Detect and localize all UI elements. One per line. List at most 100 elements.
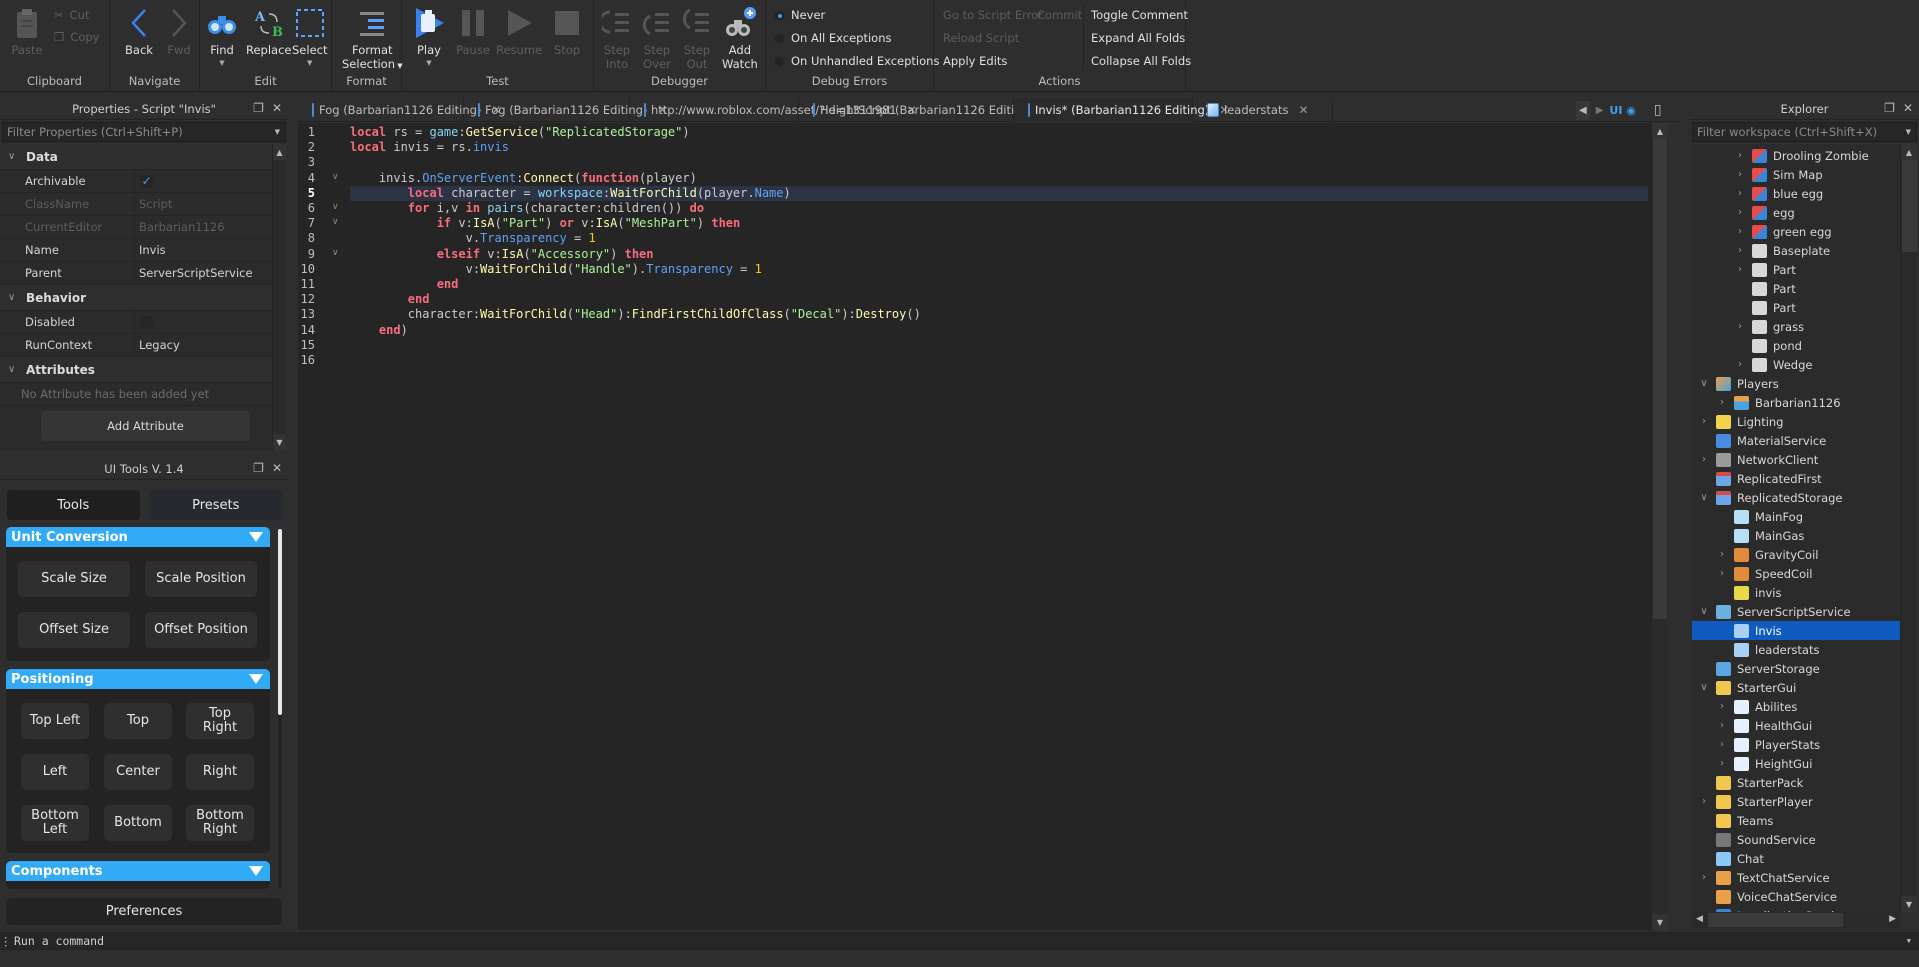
chevron-right-icon[interactable]: ›	[1716, 758, 1728, 769]
chevron-right-icon[interactable]: ›	[1734, 169, 1746, 180]
explorer-item[interactable]: › TextChatService	[1692, 868, 1900, 887]
fold-chevron-icon[interactable]: ∨	[332, 202, 339, 212]
explorer-item[interactable]: ReplicatedFirst	[1692, 469, 1900, 488]
explorer-item[interactable]: › Part	[1692, 260, 1900, 279]
fold-chevron-icon[interactable]: ∨	[332, 248, 339, 258]
editor-tab[interactable]: Invis* (Barbarian1126 Editing) ✕	[1014, 98, 1229, 122]
chevron-down-icon[interactable]: ∨	[1698, 378, 1710, 389]
code-line[interactable]: elseif v:IsA("Accessory") then	[350, 247, 1648, 262]
chevron-right-icon[interactable]: ›	[1716, 701, 1728, 712]
offset-size-button[interactable]: Offset Size	[18, 612, 130, 648]
fold-chevron-icon[interactable]: ∨	[332, 172, 339, 182]
chevron-right-icon[interactable]: ›	[1698, 416, 1710, 427]
left-button[interactable]: Left	[21, 754, 89, 790]
filter-workspace-input[interactable]: Filter workspace (Ctrl+Shift+X) ▼	[1692, 122, 1917, 142]
explorer-item[interactable]: › egg	[1692, 203, 1900, 222]
filter-properties-input[interactable]: Filter Properties (Ctrl+Shift+P) ▼	[2, 122, 286, 142]
editor-tab[interactable]: Fog (Barbarian1126 Editing) ✕	[298, 98, 501, 122]
code-line[interactable]: local character = workspace:WaitForChild…	[350, 185, 1648, 201]
explorer-item[interactable]: › Sim Map	[1692, 165, 1900, 184]
command-bar[interactable]: ⋮ Run a command ▼	[0, 932, 1919, 950]
bottom-right-button[interactable]: Bottom Right	[186, 805, 254, 841]
explorer-item[interactable]: › NetworkClient	[1692, 450, 1900, 469]
chevron-right-icon[interactable]: ›	[1734, 207, 1746, 218]
editor-tab[interactable]: leaderstats ✕	[1193, 98, 1333, 122]
collapse-triangle-icon[interactable]	[249, 866, 263, 876]
scroll-down-icon[interactable]: ▼	[1652, 914, 1668, 930]
section-data[interactable]: ∨ Data	[0, 144, 272, 170]
stop-button[interactable]: Stop	[550, 6, 584, 57]
chevron-down-icon[interactable]: ▼	[1906, 128, 1911, 136]
positioning-header[interactable]: Positioning	[6, 669, 270, 689]
undock-icon[interactable]: ❐	[253, 461, 264, 475]
explorer-item[interactable]: › Baseplate	[1692, 241, 1900, 260]
explorer-item[interactable]: › SpeedCoil	[1692, 564, 1900, 583]
explorer-item[interactable]: › grass	[1692, 317, 1900, 336]
chevron-right-icon[interactable]: ›	[1734, 188, 1746, 199]
scroll-left-icon[interactable]: ◀	[1696, 914, 1703, 924]
chevron-right-icon[interactable]: ›	[1734, 321, 1746, 332]
step-out-button[interactable]: Step Out	[680, 6, 714, 71]
name-value-field[interactable]: Invis	[135, 239, 272, 261]
chevron-right-icon[interactable]: ›	[1698, 454, 1710, 465]
top-right-button[interactable]: Top Right	[186, 703, 254, 739]
top-left-button[interactable]: Top Left	[21, 703, 89, 739]
preferences-button[interactable]: Preferences	[6, 898, 282, 925]
undock-icon[interactable]: ❐	[1884, 101, 1895, 115]
chevron-right-icon[interactable]: ›	[1734, 359, 1746, 370]
cut-button[interactable]: ✂ Cut	[54, 8, 89, 22]
chevron-right-icon[interactable]: ›	[1734, 245, 1746, 256]
explorer-item[interactable]: › green egg	[1692, 222, 1900, 241]
explorer-item[interactable]: › blue egg	[1692, 184, 1900, 203]
chevron-right-icon[interactable]: ›	[1716, 720, 1728, 731]
scroll-up-icon[interactable]: ▲	[1901, 144, 1917, 160]
explorer-item[interactable]: ∨ ServerScriptService	[1692, 602, 1900, 621]
bottom-button[interactable]: Bottom	[104, 805, 172, 841]
explorer-item[interactable]: › HeightGui	[1692, 754, 1900, 773]
tab-scroll-left-icon[interactable]: ◀	[1576, 100, 1590, 120]
scroll-up-icon[interactable]: ▲	[273, 144, 286, 160]
ui-tools-scroll-thumb[interactable]	[278, 529, 282, 715]
explorer-item[interactable]: Chat	[1692, 849, 1900, 868]
explorer-item[interactable]: ∨ ReplicatedStorage	[1692, 488, 1900, 507]
explorer-item[interactable]: Invis	[1692, 621, 1900, 640]
bottom-left-button[interactable]: Bottom Left	[21, 805, 89, 841]
prop-row-name[interactable]: Name Invis	[0, 239, 272, 262]
explorer-item[interactable]: › Drooling Zombie	[1692, 146, 1900, 165]
commit-button[interactable]: Commit	[1037, 8, 1082, 22]
code-line[interactable]	[350, 353, 1648, 368]
explorer-item[interactable]: › Abilites	[1692, 697, 1900, 716]
scroll-down-icon[interactable]: ▼	[1901, 896, 1917, 912]
prop-row-parent[interactable]: Parent ServerScriptService	[0, 262, 272, 285]
code-line[interactable]: v:WaitForChild("Handle").Transparency = …	[350, 262, 1648, 277]
code-line[interactable]	[350, 155, 1648, 170]
code-line[interactable]: end	[350, 277, 1648, 292]
apply-edits-button[interactable]: Apply Edits	[943, 54, 1007, 68]
scale-position-button[interactable]: Scale Position	[145, 561, 257, 597]
properties-scrollbar[interactable]: ▲ ▼	[272, 144, 286, 450]
explorer-item[interactable]: MainFog	[1692, 507, 1900, 526]
script-editor[interactable]: 1 2 3 4 ∨ 5 6 ∨ 7 ∨ 8 9 ∨ 10 11 12 13 14 15 16 local rs = g…	[298, 123, 1668, 930]
ui-visibility-toggle[interactable]: UI ◉	[1609, 104, 1635, 117]
collapse-all-folds-button[interactable]: Collapse All Folds	[1091, 54, 1191, 68]
explorer-item[interactable]: invis	[1692, 583, 1900, 602]
runcontext-value-field[interactable]: Legacy	[135, 334, 272, 356]
code-line[interactable]: character:WaitForChild("Head"):FindFirst…	[350, 307, 1648, 322]
back-button[interactable]: Back	[122, 6, 156, 57]
prop-row-runcontext[interactable]: RunContext Legacy	[0, 334, 272, 357]
explorer-item[interactable]: ServerStorage	[1692, 659, 1900, 678]
expand-all-folds-button[interactable]: Expand All Folds	[1091, 31, 1185, 45]
tab-tools[interactable]: Tools	[7, 490, 140, 520]
chevron-right-icon[interactable]: ›	[1698, 872, 1710, 883]
code-line[interactable]: v.Transparency = 1	[350, 231, 1648, 246]
go-to-script-error-button[interactable]: Go to Script Error	[943, 8, 1043, 22]
unit-conversion-header[interactable]: Unit Conversion	[6, 527, 270, 547]
prop-row-archivable[interactable]: Archivable ✓	[0, 170, 272, 193]
chevron-right-icon[interactable]: ›	[1734, 150, 1746, 161]
fwd-button[interactable]: Fwd	[162, 6, 196, 57]
explorer-item[interactable]: › Wedge	[1692, 355, 1900, 374]
reload-script-button[interactable]: Reload Script	[943, 31, 1019, 45]
chevron-right-icon[interactable]: ›	[1734, 226, 1746, 237]
section-behavior[interactable]: ∨ Behavior	[0, 285, 272, 311]
toggle-comment-button[interactable]: Toggle Comment	[1091, 8, 1188, 22]
